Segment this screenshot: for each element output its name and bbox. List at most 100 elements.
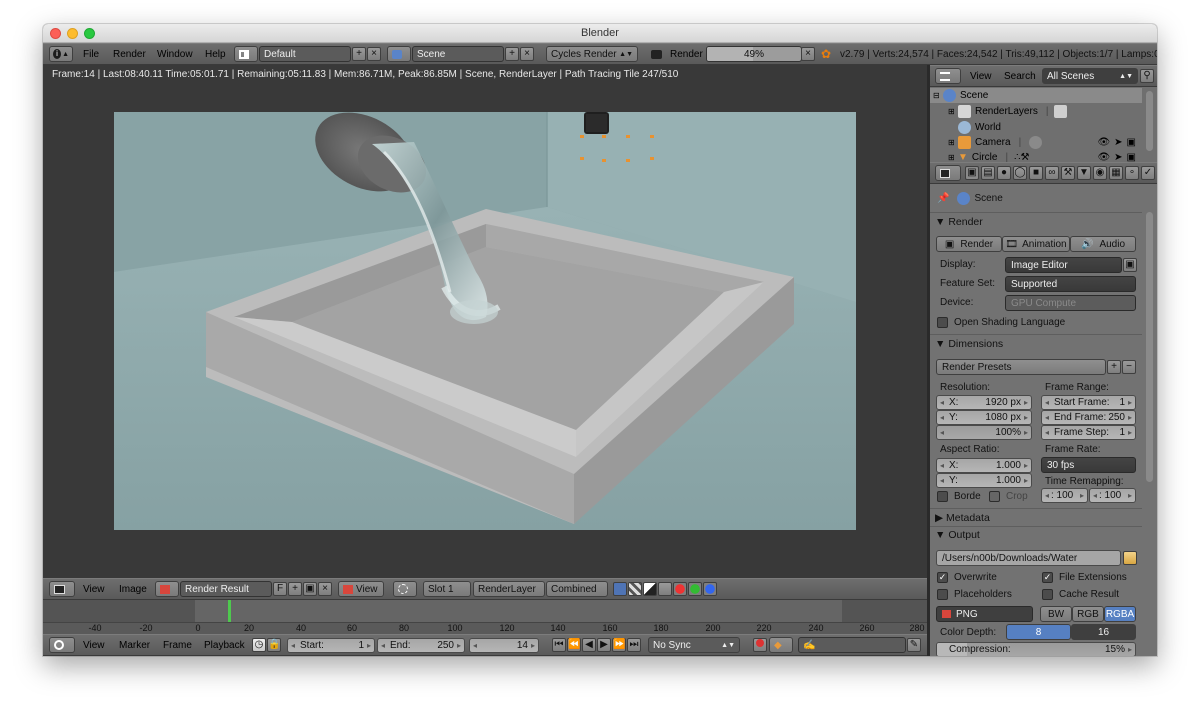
- add-scene-button[interactable]: +: [505, 47, 519, 61]
- output-folder-icon[interactable]: [1123, 551, 1137, 565]
- render-audio-button[interactable]: 🔊 Audio: [1070, 236, 1136, 252]
- unlink-image-button[interactable]: ×: [318, 582, 332, 596]
- timeline-end-field[interactable]: End: 250: [377, 638, 465, 653]
- tl-menu-playback[interactable]: Playback: [204, 635, 245, 655]
- outliner-scrollbar[interactable]: [1146, 91, 1153, 151]
- dimensions-panel-header[interactable]: ▼ Dimensions: [935, 338, 1003, 350]
- outliner-item-circle[interactable]: ⊞ ▼ Circle | ∴⚒ 👁➤▣: [930, 150, 1142, 162]
- display-select[interactable]: Image Editor: [1005, 257, 1122, 273]
- play-icon[interactable]: ▶: [597, 638, 611, 652]
- editor-type-properties-button[interactable]: [935, 165, 961, 181]
- sync-mode-select[interactable]: No Sync ▲▼: [648, 637, 740, 653]
- tl-menu-view[interactable]: View: [83, 635, 105, 655]
- draw-blue-channel-icon[interactable]: [703, 582, 717, 596]
- texture-tab-icon[interactable]: ▦: [1109, 166, 1123, 180]
- render-presets-select[interactable]: Render Presets: [936, 359, 1106, 375]
- border-checkbox[interactable]: [937, 491, 948, 502]
- aspect-x-field[interactable]: X: 1.000: [936, 458, 1032, 473]
- play-reverse-icon[interactable]: ◀: [582, 638, 596, 652]
- outliner-menu-search[interactable]: Search: [1004, 66, 1036, 86]
- cancel-render-button[interactable]: ×: [801, 47, 815, 61]
- placeholders-checkbox[interactable]: [937, 589, 948, 600]
- remove-preset-button[interactable]: −: [1122, 360, 1136, 374]
- image-name-field[interactable]: Render Result: [180, 581, 272, 597]
- scene-field[interactable]: Scene: [412, 46, 504, 62]
- compression-slider[interactable]: Compression: 15%: [936, 642, 1136, 656]
- feature-set-select[interactable]: Supported: [1005, 276, 1136, 292]
- outliner-item-camera[interactable]: ⊞ Camera | 👁➤▣: [930, 135, 1142, 150]
- render-result-image[interactable]: [114, 112, 856, 530]
- tl-menu-marker[interactable]: Marker: [119, 635, 150, 655]
- keying-set-icon[interactable]: ◆: [769, 637, 793, 653]
- editor-type-timeline-button[interactable]: [49, 637, 75, 653]
- end-frame-field[interactable]: End Frame:250: [1041, 410, 1136, 425]
- outliner-search-icon[interactable]: ⚲: [1140, 69, 1154, 83]
- properties-panel[interactable]: 📌 Scene ▼ Render ▣ Render 🎞 Animation 🔊 Aud…: [930, 184, 1157, 656]
- timeline-current-frame-cursor[interactable]: [228, 600, 231, 622]
- editor-type-outliner-button[interactable]: [935, 68, 961, 84]
- editor-type-image-button[interactable]: [49, 581, 75, 597]
- ie-menu-view[interactable]: View: [83, 579, 105, 599]
- ie-view-select[interactable]: View: [338, 581, 384, 597]
- timeline-area[interactable]: -40 -20 0 20 40 60 80 100 120 140 160 18…: [43, 600, 927, 634]
- close-window-button[interactable]: [50, 28, 61, 39]
- jump-start-icon[interactable]: ⏮: [552, 638, 566, 652]
- draw-alpha-icon[interactable]: [628, 582, 642, 596]
- screen-layout-icon[interactable]: [234, 46, 258, 62]
- file-extensions-checkbox[interactable]: ✓: [1042, 572, 1053, 583]
- cache-result-checkbox[interactable]: [1042, 589, 1053, 600]
- menu-render[interactable]: Render: [113, 44, 146, 64]
- outliner-item-world[interactable]: World: [930, 120, 1142, 135]
- outliner-menu-view[interactable]: View: [970, 66, 992, 86]
- aspect-y-field[interactable]: Y: 1.000: [936, 473, 1032, 488]
- constraints-tab-icon[interactable]: ∞: [1045, 166, 1059, 180]
- render-engine-select[interactable]: Cycles Render ▲▼: [546, 46, 638, 62]
- output-path-field[interactable]: /Users/n00b/Downloads/Water: [936, 550, 1121, 566]
- prev-keyframe-icon[interactable]: ⏪: [567, 638, 581, 652]
- resolution-y-field[interactable]: Y: 1080 px: [936, 410, 1032, 425]
- crop-checkbox[interactable]: [989, 491, 1000, 502]
- scene-tab-icon[interactable]: ●: [997, 166, 1011, 180]
- metadata-panel-header[interactable]: ▶ Metadata: [935, 512, 990, 524]
- ie-menu-image[interactable]: Image: [119, 579, 147, 599]
- render-still-button[interactable]: ▣ Render: [936, 236, 1002, 252]
- start-frame-field[interactable]: Start Frame: 1: [1041, 395, 1136, 410]
- area-divider-vertical[interactable]: [927, 65, 930, 656]
- world-tab-icon[interactable]: ◯: [1013, 166, 1027, 180]
- current-frame-field[interactable]: 14: [469, 638, 539, 653]
- editor-type-info-button[interactable]: i ▲: [49, 46, 73, 62]
- color-mode-rgb-button[interactable]: RGB: [1072, 606, 1104, 622]
- outliner[interactable]: ⊟ Scene ⊞ RenderLayers | World ⊞ Camera | 👁➤▣…: [930, 87, 1157, 162]
- device-select[interactable]: GPU Compute: [1005, 295, 1136, 311]
- osl-checkbox[interactable]: [937, 317, 948, 328]
- insert-keyframe-icon[interactable]: ✎: [907, 638, 921, 652]
- slot-select[interactable]: Slot 1: [423, 581, 471, 597]
- pin-icon[interactable]: 📌: [937, 193, 949, 204]
- outliner-item-scene[interactable]: ⊟ Scene: [930, 88, 1142, 103]
- overwrite-checkbox[interactable]: ✓: [937, 572, 948, 583]
- frame-rate-select[interactable]: 30 fps: [1041, 457, 1136, 473]
- object-tab-icon[interactable]: ■: [1029, 166, 1043, 180]
- render-panel-header[interactable]: ▼ Render: [935, 216, 983, 228]
- color-depth-8-button[interactable]: 8: [1006, 624, 1071, 640]
- data-tab-icon[interactable]: ▼: [1077, 166, 1091, 180]
- timeline-start-field[interactable]: Start: 1: [287, 638, 375, 653]
- outliner-display-mode-select[interactable]: All Scenes ▲▼: [1042, 68, 1138, 84]
- menu-file[interactable]: File: [83, 44, 99, 64]
- remove-screen-button[interactable]: ×: [367, 47, 381, 61]
- output-panel-header[interactable]: ▼ Output: [935, 529, 980, 541]
- maximize-window-button[interactable]: [84, 28, 95, 39]
- jump-end-icon[interactable]: ⏭: [627, 638, 641, 652]
- draw-red-channel-icon[interactable]: [673, 582, 687, 596]
- next-keyframe-icon[interactable]: ⏩: [612, 638, 626, 652]
- material-tab-icon[interactable]: ◉: [1093, 166, 1107, 180]
- fake-user-button[interactable]: F: [273, 582, 287, 596]
- add-preset-button[interactable]: +: [1107, 360, 1121, 374]
- draw-z-buffer-icon[interactable]: [643, 582, 657, 596]
- tl-menu-frame[interactable]: Frame: [163, 635, 192, 655]
- draw-color-alpha-icon[interactable]: [613, 582, 627, 596]
- open-image-button[interactable]: ▣: [303, 582, 317, 596]
- minimize-window-button[interactable]: [67, 28, 78, 39]
- resolution-x-field[interactable]: X: 1920 px: [936, 395, 1032, 410]
- properties-scrollbar[interactable]: [1146, 212, 1153, 482]
